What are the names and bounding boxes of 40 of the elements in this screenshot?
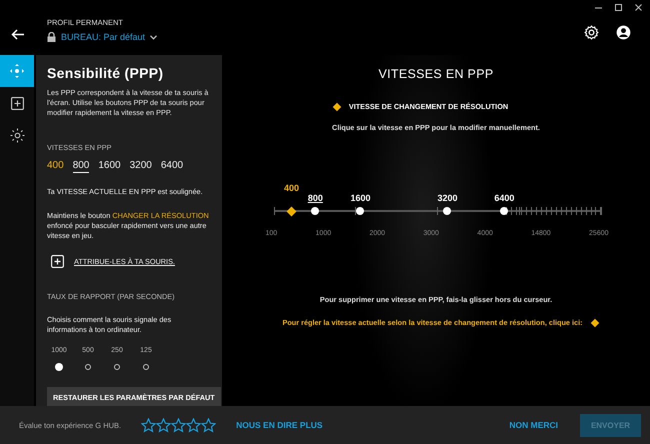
dpi-speed-option[interactable]: 6400 <box>160 160 184 173</box>
dpi-speed-option[interactable]: 800 <box>72 160 90 173</box>
move-arrows-icon <box>9 63 25 79</box>
no-thanks-link[interactable]: NON MERCI <box>509 420 558 430</box>
close-icon[interactable] <box>635 4 642 11</box>
radio-button[interactable] <box>85 364 91 370</box>
panel-title: Sensibilité (PPP) <box>47 65 164 81</box>
radio-button[interactable] <box>143 364 149 370</box>
plus-square-icon <box>10 96 24 110</box>
dpi-speed-option[interactable]: 3200 <box>130 160 152 173</box>
star-icon[interactable] <box>171 418 186 432</box>
tell-more-link[interactable]: NOUS EN DIRE PLUS <box>236 420 323 430</box>
lock-icon <box>47 32 56 42</box>
star-icon[interactable] <box>156 418 172 432</box>
sun-icon <box>10 128 24 142</box>
slider-handle[interactable] <box>356 207 364 215</box>
slider-handle[interactable] <box>286 206 296 216</box>
minimize-icon[interactable] <box>595 6 602 9</box>
dpi-point-label[interactable]: 800 <box>308 193 323 203</box>
profile-dropdown[interactable]: BUREAU: Par défaut <box>61 32 146 42</box>
star-icon[interactable] <box>186 418 202 432</box>
chevron-down-icon[interactable] <box>150 34 158 40</box>
star-icon[interactable] <box>201 418 216 432</box>
settings-icon[interactable] <box>584 25 599 40</box>
main-title: VITESSES EN PPP <box>378 67 494 81</box>
dpi-point-label[interactable]: 400 <box>284 183 299 193</box>
slider-handle[interactable] <box>500 207 508 215</box>
radio-button[interactable] <box>114 364 120 370</box>
dpi-speed-option[interactable]: 1600 <box>98 160 121 173</box>
back-arrow-icon[interactable] <box>11 29 25 40</box>
slider-handle[interactable] <box>311 207 320 215</box>
dpi-point-label[interactable]: 6400 <box>494 193 514 203</box>
dpi-point-label[interactable]: 1600 <box>350 193 370 203</box>
slider-handle[interactable] <box>443 207 452 215</box>
user-avatar-icon[interactable] <box>616 25 631 40</box>
dpi-speed-option[interactable]: 400 <box>47 160 64 173</box>
dpi-point-label[interactable]: 3200 <box>437 193 458 203</box>
plus-square-icon[interactable] <box>51 254 64 268</box>
star-icon[interactable] <box>141 418 156 432</box>
maximize-icon[interactable] <box>615 4 622 11</box>
